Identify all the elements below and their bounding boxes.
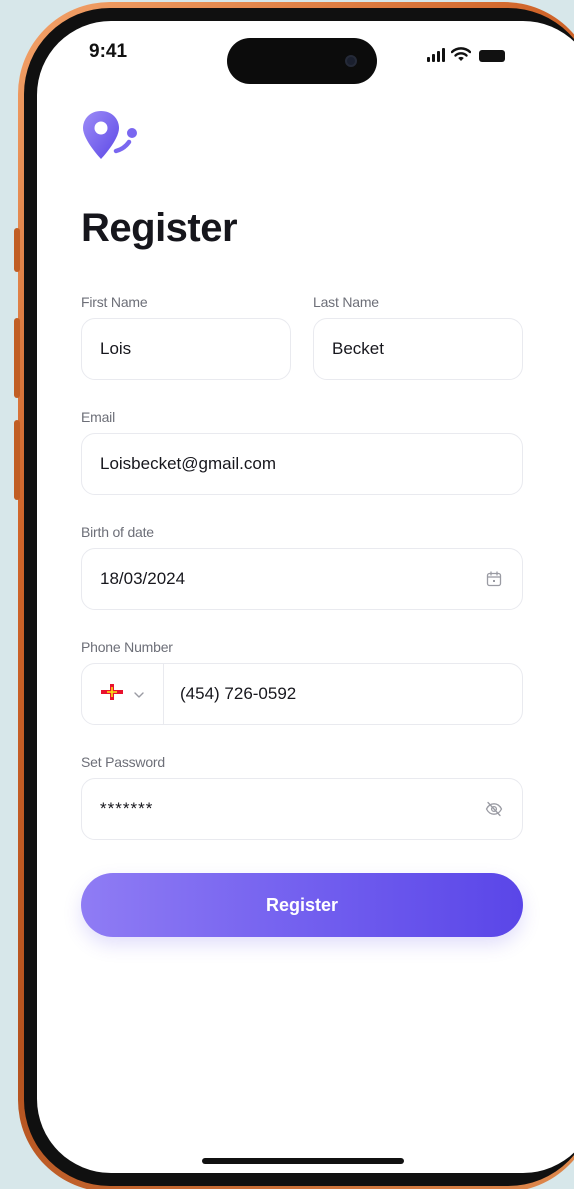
guernsey-flag-icon [100,683,123,705]
device-frame: 9:41 Register First Name Last Name Lois … [0,0,574,1189]
eye-off-icon[interactable] [484,799,504,819]
last-name-value: Becket [332,339,384,358]
page-title: Register [81,206,238,250]
email-value: Loisbecket@gmail.com [100,454,276,473]
status-time: 9:41 [89,41,128,62]
app-screen: 9:41 Register First Name Last Name Lois … [37,21,574,1173]
register-button[interactable]: Register [81,873,523,937]
country-code-selector[interactable] [82,664,164,724]
phone-field: (454) 726-0592 [81,663,523,725]
birth-date-label: Birth of date [81,524,154,540]
phone-label: Phone Number [81,639,173,655]
chevron-down-icon [133,684,145,704]
battery-icon [479,50,505,62]
first-name-label: First Name [81,294,148,310]
status-icons [427,47,505,62]
calendar-icon[interactable] [484,569,504,589]
wifi-icon [451,47,471,61]
last-name-field[interactable]: Becket [313,318,523,380]
front-camera [345,55,357,67]
email-field[interactable]: Loisbecket@gmail.com [81,433,523,495]
action-button [14,228,20,272]
first-name-field[interactable]: Lois [81,318,291,380]
phone-number-input[interactable]: (454) 726-0592 [164,684,522,704]
volume-down-button [14,420,20,500]
location-pin-logo [81,109,145,170]
first-name-value: Lois [100,339,132,358]
last-name-label: Last Name [313,294,379,310]
home-indicator [202,1158,404,1164]
email-label: Email [81,409,116,425]
volume-up-button [14,318,20,398]
birth-date-field[interactable]: 18/03/2024 [81,548,523,610]
password-field[interactable]: ******* [81,778,523,840]
cellular-signal-icon [427,48,445,62]
birth-date-value: 18/03/2024 [100,569,186,588]
password-label: Set Password [81,754,165,770]
dynamic-island [227,38,377,84]
password-value: ******* [100,799,154,818]
